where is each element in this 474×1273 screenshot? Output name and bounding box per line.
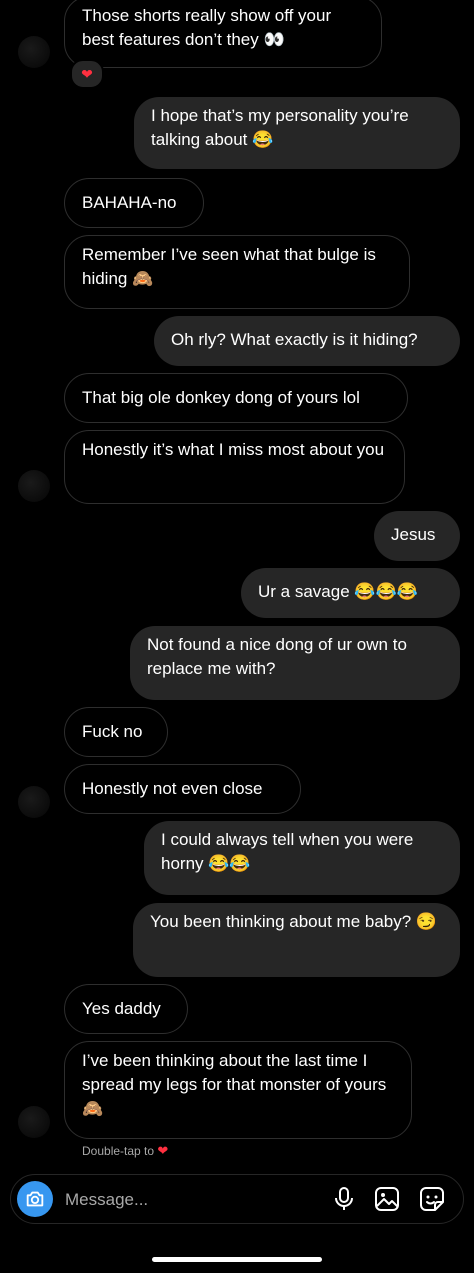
message-bubble-received[interactable]: Honestly not even close [64, 764, 301, 814]
microphone-button[interactable] [331, 1186, 357, 1212]
message-bubble-received[interactable]: Fuck no [64, 707, 168, 757]
camera-button[interactable] [17, 1181, 53, 1217]
home-indicator[interactable] [152, 1257, 322, 1262]
microphone-icon [335, 1187, 353, 1210]
camera-icon [26, 1191, 44, 1207]
avatar[interactable] [18, 1106, 50, 1138]
message-thread: Those shorts really show off your best f… [0, 0, 474, 1165]
message-bubble-received[interactable]: Those shorts really show off your best f… [64, 0, 382, 68]
message-bubble-received[interactable]: Honestly it’s what I miss most about you [64, 430, 405, 504]
message-bubble-sent[interactable]: Not found a nice dong of ur own to repla… [130, 626, 460, 700]
message-composer [10, 1174, 464, 1224]
reaction-heart-icon[interactable]: ❤ [70, 59, 104, 89]
message-bubble-sent[interactable]: Oh rly? What exactly is it hiding? [154, 316, 460, 366]
message-bubble-received[interactable]: That big ole donkey dong of yours lol [64, 373, 408, 423]
sticker-icon [420, 1187, 444, 1211]
hint-text: Double-tap to [82, 1144, 155, 1158]
message-bubble-received[interactable]: BAHAHA-no [64, 178, 204, 228]
message-bubble-sent[interactable]: I could always tell when you were horny … [144, 821, 460, 895]
message-bubble-received[interactable]: Yes daddy [64, 984, 188, 1034]
double-tap-hint: Double-tap to ❤ [82, 1143, 168, 1159]
message-bubble-sent[interactable]: I hope that’s my personality you’re talk… [134, 97, 460, 169]
heart-icon: ❤ [157, 1143, 169, 1158]
sticker-button[interactable] [419, 1186, 445, 1212]
gallery-button[interactable] [374, 1186, 400, 1212]
message-bubble-received[interactable]: I’ve been thinking about the last time I… [64, 1041, 412, 1139]
avatar[interactable] [18, 36, 50, 68]
message-bubble-sent[interactable]: Jesus [374, 511, 460, 561]
message-input[interactable] [63, 1183, 317, 1217]
avatar[interactable] [18, 786, 50, 818]
avatar[interactable] [18, 470, 50, 502]
message-bubble-sent[interactable]: You been thinking about me baby? 😏 [133, 903, 460, 977]
gallery-icon [375, 1187, 399, 1211]
message-bubble-received[interactable]: Remember I’ve seen what that bulge is hi… [64, 235, 410, 309]
message-bubble-sent[interactable]: Ur a savage 😂😂😂 [241, 568, 460, 618]
